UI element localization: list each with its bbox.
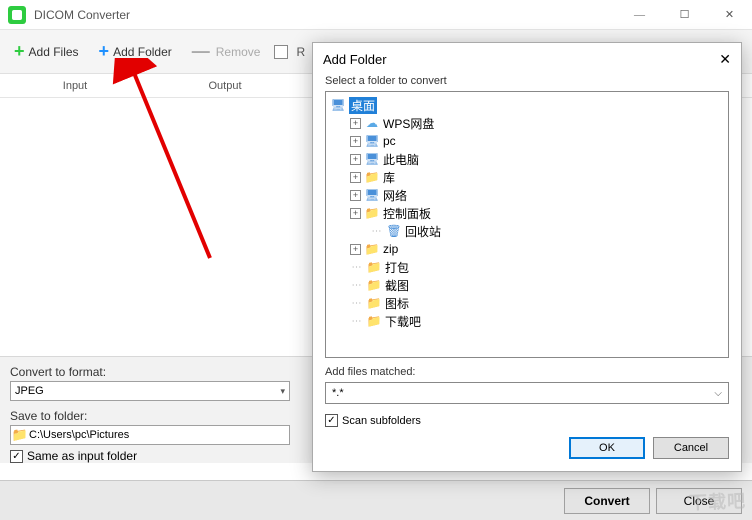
expand-icon[interactable]: + [350,118,361,129]
folder-icon: 📁 [366,296,382,310]
monitor-icon: 🖥 [364,188,380,202]
tree-item[interactable]: ⋯📁截图 [330,276,724,294]
expand-icon[interactable]: + [350,154,361,165]
tree-connector: ⋯ [350,262,363,273]
add-folder-button[interactable]: + Add Folder [93,37,178,66]
save-path-input[interactable]: 📁 C:\Users\pc\Pictures [10,425,290,445]
maximize-button[interactable]: ☐ [662,0,707,30]
folder-tree[interactable]: 🖥 桌面 +☁WPS网盘+🖥pc+🖥此电脑+📁库+🖥网络+📁控制面板⋯🗑回收站+… [325,91,729,358]
folder-icon: 📁 [364,170,380,184]
scan-subfolders-checkbox[interactable]: ✓ [325,414,338,427]
matched-value: *.* [332,387,344,399]
r-label: R [296,45,305,59]
folder-icon: 📁 [366,260,382,274]
scan-subfolders-label: Scan subfolders [342,415,421,427]
tree-connector: ⋯ [370,226,383,237]
footer: Convert Close [0,480,752,520]
remove-label: Remove [216,45,261,59]
select-all-checkbox[interactable] [274,45,288,59]
expand-icon[interactable]: + [350,244,361,255]
folder-icon: 📁 [364,242,380,256]
select-folder-label: Select a folder to convert [325,75,729,87]
cloud-icon: ☁ [364,116,380,130]
tree-item[interactable]: ⋯📁图标 [330,294,724,312]
ok-button[interactable]: OK [569,437,645,459]
tree-item[interactable]: +🖥网络 [330,186,724,204]
tree-root[interactable]: 🖥 桌面 [330,96,724,114]
tree-item[interactable]: +🖥pc [330,132,724,150]
matched-label: Add files matched: [325,366,729,378]
add-folder-label: Add Folder [113,45,172,59]
tree-connector: ⋯ [350,280,363,291]
tree-connector: ⋯ [350,298,363,309]
plus-icon: + [14,41,25,62]
window-controls: — ☐ ✕ [617,0,752,30]
dialog-title: Add Folder [323,52,387,67]
same-as-input-checkbox[interactable]: ✓ [10,450,23,463]
tree-item-label: zip [383,242,398,256]
remove-button[interactable]: — Remove [186,37,267,66]
minimize-button[interactable]: — [617,0,662,30]
tree-item-label: 此电脑 [383,151,419,168]
tree-item[interactable]: ⋯📁下载吧 [330,312,724,330]
plus-icon: + [99,41,110,62]
folder-icon: 📁 [364,206,380,220]
tree-item-label: WPS网盘 [383,115,434,132]
format-value: JPEG [15,385,44,397]
add-folder-dialog: Add Folder ✕ Select a folder to convert … [312,42,742,472]
expand-icon[interactable]: + [350,190,361,201]
add-files-label: Add Files [29,45,79,59]
window-title: DICOM Converter [34,8,617,22]
desktop-icon: 🖥 [330,98,346,112]
same-as-input-label: Same as input folder [27,449,137,463]
tree-item[interactable]: ⋯📁打包 [330,258,724,276]
add-files-button[interactable]: + Add Files [8,37,85,66]
cancel-button[interactable]: Cancel [653,437,729,459]
dialog-footer: OK Cancel [313,427,741,471]
tree-item[interactable]: +🖥此电脑 [330,150,724,168]
tree-item-label: 截图 [385,277,409,294]
tree-item-label: 打包 [385,259,409,276]
format-select[interactable]: JPEG [10,381,290,401]
matched-input[interactable]: *.* [325,382,729,404]
tree-item[interactable]: +📁zip [330,240,724,258]
folder-icon: 📁 [11,426,29,444]
tree-item-label: 下载吧 [385,313,421,330]
monitor-icon: 🖥 [364,152,380,166]
tree-item[interactable]: +📁库 [330,168,724,186]
dialog-header: Add Folder ✕ [313,43,741,75]
monitor-icon: 🖥 [364,134,380,148]
folder-icon: 📁 [366,278,382,292]
expand-icon[interactable]: + [350,136,361,147]
title-bar: DICOM Converter — ☐ ✕ [0,0,752,30]
tree-item[interactable]: +📁控制面板 [330,204,724,222]
save-path-value: C:\Users\pc\Pictures [29,429,129,441]
minus-icon: — [192,41,210,62]
tree-item-label: 图标 [385,295,409,312]
close-button[interactable]: ✕ [707,0,752,30]
input-column: Input [0,80,150,92]
expand-icon[interactable]: + [350,208,361,219]
tree-item-label: 回收站 [405,223,441,240]
close-button-footer[interactable]: Close [656,488,742,514]
app-icon [8,6,26,24]
expand-icon[interactable]: + [350,172,361,183]
tree-root-label: 桌面 [349,97,377,114]
convert-button[interactable]: Convert [564,488,650,514]
tree-item-label: pc [383,134,396,148]
tree-item-label: 网络 [383,187,407,204]
folder-icon: 📁 [366,314,382,328]
dialog-close-icon[interactable]: ✕ [719,51,731,68]
tree-item[interactable]: ⋯🗑回收站 [330,222,724,240]
tree-connector: ⋯ [350,316,363,327]
tree-item-label: 库 [383,169,395,186]
tree-item[interactable]: +☁WPS网盘 [330,114,724,132]
output-column: Output [150,80,300,92]
recycle-icon: 🗑 [386,224,402,238]
tree-item-label: 控制面板 [383,205,431,222]
